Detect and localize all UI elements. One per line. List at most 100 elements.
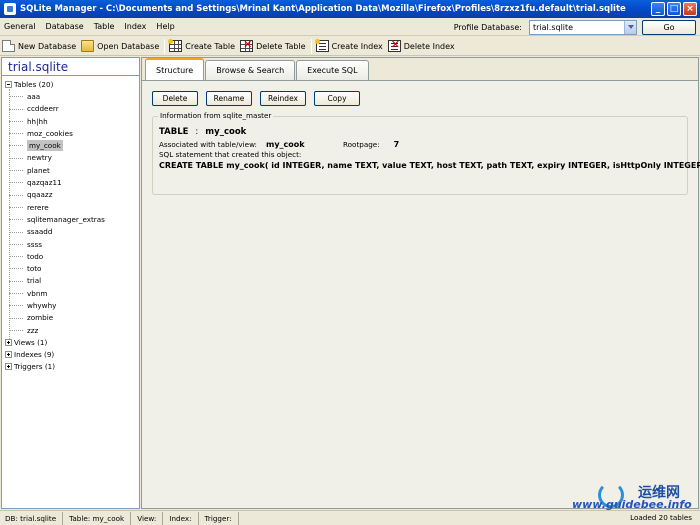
tree-node-indexes[interactable]: Indexes (9) — [2, 349, 139, 361]
collapse-icon[interactable] — [5, 80, 12, 88]
minimize-button[interactable]: _ — [651, 2, 665, 16]
profile-database-label: Profile Database: — [453, 22, 522, 32]
tree-node-label: Views (1) — [14, 337, 48, 347]
toolbar-separator — [164, 38, 166, 54]
menu-table[interactable]: Table — [89, 22, 120, 31]
tree-table-item[interactable]: ccddeerr — [2, 103, 139, 115]
new-database-button[interactable]: New Database — [0, 38, 79, 55]
tab-execute-sql[interactable]: Execute SQL — [296, 60, 369, 80]
type-separator: : — [195, 127, 199, 137]
association-row: Associated with table/view: my_cook Root… — [159, 139, 700, 150]
tree-table-item[interactable]: zzz — [2, 324, 139, 336]
table-name: whywhy — [27, 300, 57, 310]
delete-button[interactable]: Delete — [152, 91, 198, 106]
app-icon — [4, 3, 16, 15]
tree-node-triggers[interactable]: Triggers (1) — [2, 361, 139, 373]
tree-table-item[interactable]: todo — [2, 250, 139, 262]
tree-table-item[interactable]: newtry — [2, 152, 139, 164]
tree-table-item[interactable]: aaa — [2, 90, 139, 102]
tree-table-item[interactable]: qqaazz — [2, 189, 139, 201]
structure-tab-content: Delete Rename Reindex Copy Information f… — [142, 80, 700, 508]
tree-table-item[interactable]: ssaadd — [2, 226, 139, 238]
tree-table-item[interactable]: whywhy — [2, 299, 139, 311]
table-name: zombie — [27, 313, 54, 323]
tree-node-label: Triggers (1) — [14, 362, 55, 372]
info-body: TABLE : my_cook Associated with table/vi… — [159, 126, 700, 173]
table-name: qazqaz11 — [27, 178, 62, 188]
open-folder-icon — [81, 40, 95, 52]
table-name: my_cook — [27, 140, 63, 152]
database-name: trial.sqlite — [2, 58, 139, 76]
tree-table-item[interactable]: hh|hh — [2, 115, 139, 127]
chevron-down-icon[interactable] — [624, 20, 636, 34]
rename-button[interactable]: Rename — [206, 91, 252, 106]
tree-table-item[interactable]: vbnm — [2, 287, 139, 299]
delete-table-button[interactable]: Delete Table — [238, 38, 309, 55]
expand-icon[interactable] — [5, 351, 12, 359]
tree-table-item[interactable]: sqlitemanager_extras — [2, 213, 139, 225]
tree-table-item[interactable]: trial — [2, 275, 139, 287]
table-name: toto — [27, 264, 42, 274]
toolbar-separator — [310, 38, 312, 54]
create-index-icon — [314, 39, 329, 52]
table-name: qqaazz — [27, 190, 53, 200]
tree-table-item-selected[interactable]: my_cook — [2, 139, 139, 152]
menu-index[interactable]: Index — [119, 22, 151, 31]
sqlite-master-info-group: Information from sqlite_master TABLE : m… — [152, 111, 700, 195]
create-table-label: Create Table — [185, 41, 236, 51]
table-name: rerere — [27, 202, 49, 212]
tree-node-tables[interactable]: Tables (20) — [2, 78, 139, 90]
create-table-button[interactable]: Create Table — [167, 38, 238, 55]
expand-icon[interactable] — [5, 338, 12, 346]
status-trigger: Trigger: — [199, 511, 239, 525]
tab-browse-search[interactable]: Browse & Search — [205, 60, 296, 80]
object-type: TABLE — [159, 127, 189, 137]
go-button[interactable]: Go — [642, 19, 696, 35]
delete-index-button[interactable]: Delete Index — [386, 38, 458, 55]
status-table: Table: my_cook — [63, 511, 132, 525]
create-table-icon — [168, 39, 183, 52]
menu-bar: General Database Table Index Help Profil… — [0, 18, 700, 36]
table-name: trial — [27, 276, 42, 286]
table-name: vbnm — [27, 288, 48, 298]
status-view: View: — [131, 511, 164, 525]
tree-table-item[interactable]: toto — [2, 262, 139, 274]
delete-table-label: Delete Table — [256, 41, 306, 51]
reindex-button[interactable]: Reindex — [260, 91, 306, 106]
tree-table-item[interactable]: planet — [2, 164, 139, 176]
tab-strip: Structure Browse & Search Execute SQL — [142, 58, 698, 80]
expand-icon[interactable] — [5, 363, 12, 371]
status-db: DB: trial.sqlite — [0, 511, 64, 525]
maximize-button[interactable]: □ — [667, 2, 681, 16]
menu-help[interactable]: Help — [151, 22, 179, 31]
tree-node-label: Tables (20) — [14, 79, 54, 89]
window-title: SQLite Manager - C:\Documents and Settin… — [20, 4, 626, 14]
close-button[interactable]: × — [683, 2, 697, 16]
menu-database[interactable]: Database — [41, 22, 89, 31]
tree-node-views[interactable]: Views (1) — [2, 336, 139, 348]
create-index-label: Create Index — [331, 41, 383, 51]
tree-table-item[interactable]: ssss — [2, 238, 139, 250]
menu-general[interactable]: General — [0, 22, 41, 31]
profile-database-value: trial.sqlite — [533, 22, 574, 32]
tree-table-item[interactable]: rerere — [2, 201, 139, 213]
delete-table-icon — [240, 38, 254, 52]
create-sql-statement: CREATE TABLE my_cook( id INTEGER, name T… — [159, 161, 700, 170]
open-database-button[interactable]: Open Database — [79, 38, 162, 55]
copy-button[interactable]: Copy — [314, 91, 360, 106]
tree-node-label: Indexes (9) — [14, 350, 55, 360]
rootpage-value: 7 — [393, 140, 400, 149]
info-group-legend: Information from sqlite_master — [158, 111, 274, 120]
profile-database: Profile Database: trial.sqlite Go — [454, 18, 700, 36]
profile-database-select[interactable]: trial.sqlite — [529, 19, 637, 35]
sql-label: SQL statement that created this object: — [159, 150, 302, 159]
table-name: newtry — [27, 153, 52, 163]
status-index: Index: — [163, 511, 199, 525]
tree-table-item[interactable]: moz_cookies — [2, 127, 139, 139]
create-index-button[interactable]: Create Index — [314, 38, 386, 55]
associated-value: my_cook — [265, 140, 305, 149]
tree-table-item[interactable]: qazqaz11 — [2, 176, 139, 188]
tab-structure[interactable]: Structure — [145, 58, 205, 80]
tree-table-item[interactable]: zombie — [2, 312, 139, 324]
new-document-icon — [2, 40, 15, 52]
